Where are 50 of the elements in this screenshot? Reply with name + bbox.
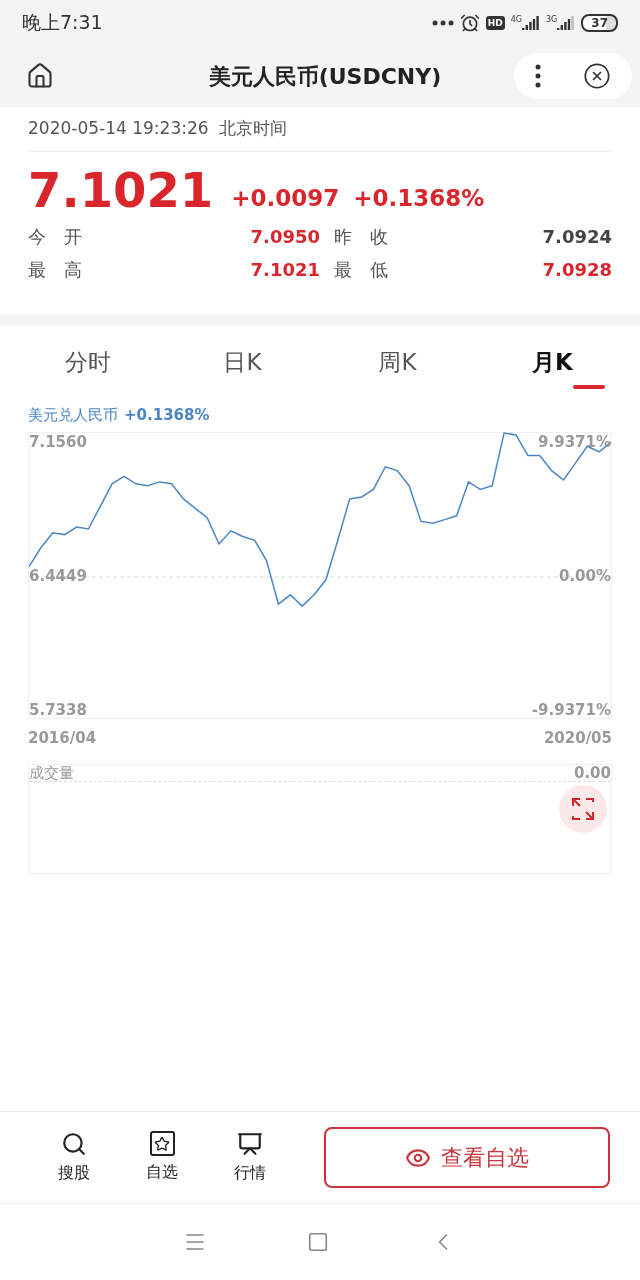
legend-label: 美元兑人民币 [28,405,118,427]
network-label: 4G [510,15,522,24]
volume-label: 成交量 [29,762,74,784]
volume-value: 0.00 [574,762,611,784]
stat-label: 昨 收 [334,225,388,249]
alarm-icon [459,12,480,33]
close-icon[interactable] [583,62,611,90]
x-axis-label: 2020/05 [543,728,612,750]
home-icon[interactable] [26,62,54,90]
x-axis-label: 2016/04 [28,728,97,750]
chart-tab[interactable]: 月K [532,345,573,380]
toolbar-item[interactable]: 行情 [206,1130,294,1185]
toolbar-item[interactable]: 搜股 [30,1130,118,1185]
page-title: 美元人民币(USDCNY) [208,62,442,91]
current-price: 7.1021 [28,166,214,214]
legend-change: +0.1368% [124,405,210,427]
y-axis-label: 7.1560 [29,435,87,451]
stat-label: 今 开 [28,225,82,249]
y-axis-label: 5.7338 [29,702,87,718]
signal-icon [557,15,576,30]
chart-tab[interactable]: 分时 [64,345,111,380]
home-square-icon[interactable] [307,1231,329,1253]
network-label: 3G [546,15,558,24]
battery-icon: 37 [581,13,618,32]
search-icon [61,1130,87,1157]
stat-value: 7.0950 [250,225,320,249]
stat-value: 7.0928 [542,258,612,282]
stat-label: 最 低 [334,258,388,282]
more-dots-icon [431,19,454,26]
percent-axis-label: 9.9371% [538,435,611,451]
fullscreen-button[interactable] [559,785,607,833]
hd-badge: HD [485,15,505,30]
signal-icon [522,15,540,30]
clock-time: 晚上7:31 [22,10,103,36]
toolbar-item[interactable]: 自选 [118,1131,206,1184]
percent-axis-label: 0.00% [558,568,611,584]
y-axis-label: 6.4449 [29,568,87,584]
timestamp: 2020-05-14 19:23:26 北京时间 [28,107,612,152]
stat-label: 最 高 [28,258,82,282]
percent-change: +0.1368% [353,187,485,210]
stat-value: 7.1021 [250,258,320,282]
chart-tab[interactable]: 日K [223,345,262,380]
more-icon[interactable] [535,64,541,88]
price-change: +0.0097 [231,187,340,210]
percent-axis-label: -9.9371% [531,702,611,718]
stat-value: 7.0924 [542,225,612,249]
tab-underline [572,385,605,389]
chart-tab[interactable]: 周K [378,345,417,380]
expand-icon [572,798,594,820]
watchlist-button[interactable]: 查看自选 [324,1127,610,1188]
